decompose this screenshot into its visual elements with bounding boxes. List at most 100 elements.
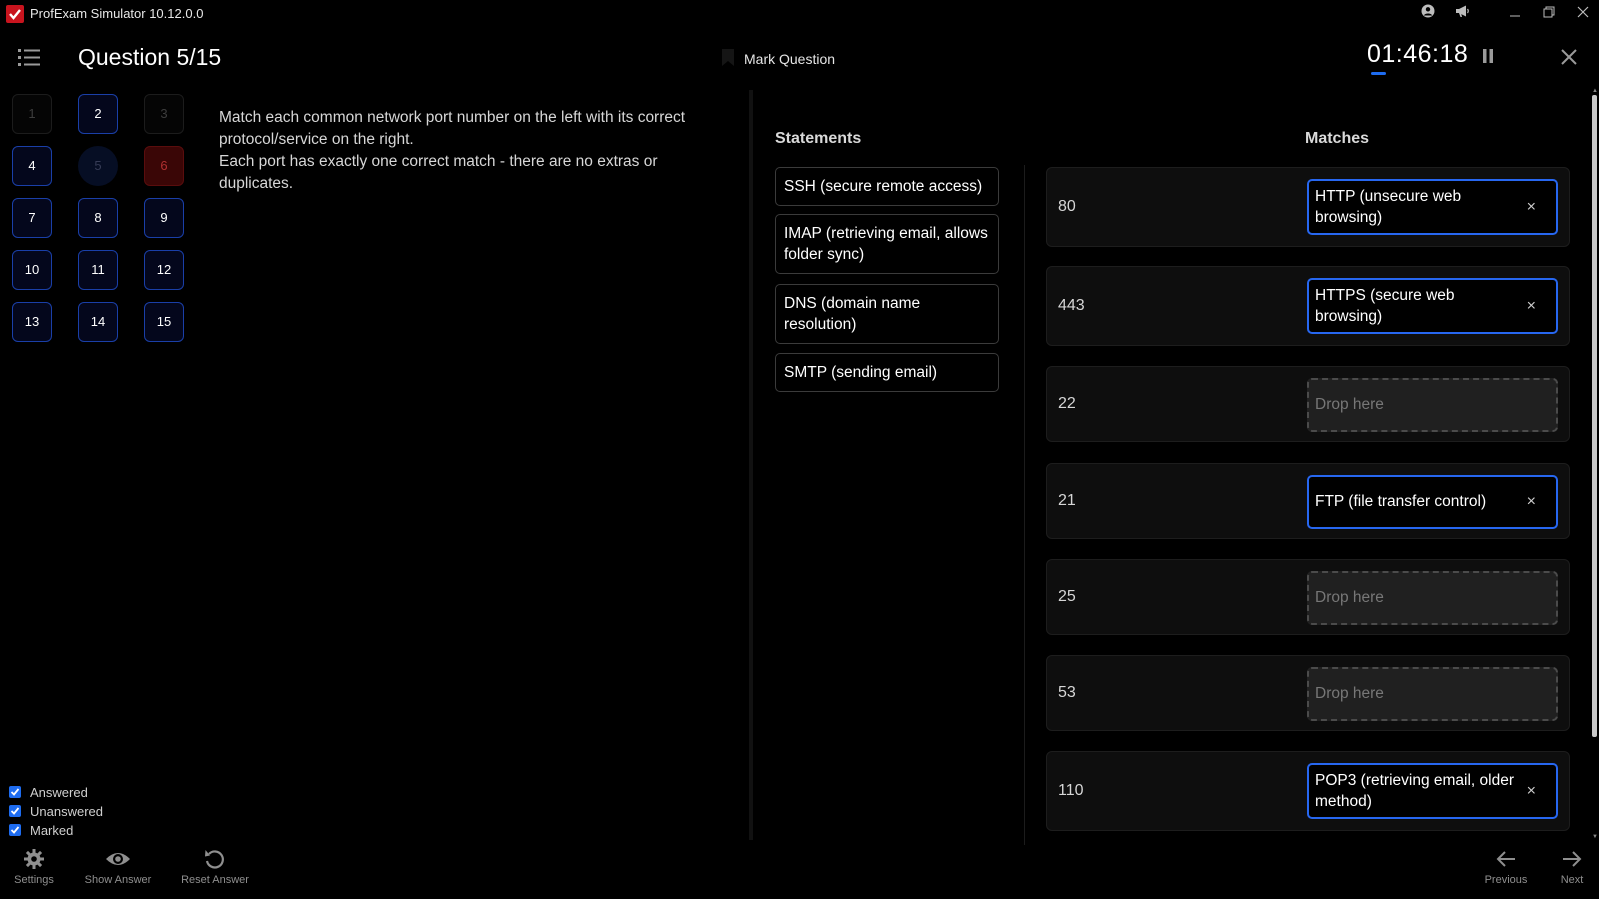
port-label: 22 [1058,395,1076,412]
port-label: 110 [1058,782,1084,799]
pause-icon[interactable] [1482,49,1494,63]
previous-label: Previous [1484,874,1528,886]
question-nav-button[interactable]: 2 [78,94,118,134]
question-nav-button[interactable]: 7 [12,198,52,238]
port-label: 53 [1058,684,1076,701]
statement-item[interactable]: SSH (secure remote access) [775,167,999,206]
reset-answer-button[interactable]: Reset Answer [177,848,253,886]
question-text: Match each common network port number on… [219,107,699,195]
filter-label: Unanswered [30,804,103,819]
question-nav-button[interactable]: 12 [144,250,184,290]
settings-label: Settings [14,874,54,886]
port-label: 443 [1058,297,1085,314]
arrow-left-icon [1496,851,1515,867]
match-row: 22 Drop here [1046,366,1570,442]
question-line: Match each common network port number on… [219,109,686,148]
match-row: 25 Drop here [1046,559,1570,635]
match-answer[interactable]: FTP (file transfer control) [1315,493,1486,510]
remove-match-icon[interactable]: × [1527,781,1536,802]
drop-placeholder: Drop here [1315,589,1384,606]
remove-match-icon[interactable]: × [1527,482,1536,522]
remove-match-icon[interactable]: × [1527,296,1536,317]
checkbox-checked-icon[interactable] [9,805,21,817]
gear-icon [24,849,44,869]
question-nav-button[interactable]: 5 [78,146,118,186]
match-row: 110 POP3 (retrieving email, older method… [1046,751,1570,831]
filter-marked[interactable]: Marked [9,823,73,838]
drop-placeholder: Drop here [1315,396,1384,413]
question-nav-button[interactable]: 6 [144,146,184,186]
match-row: 80 HTTP (unsecure web browsing) × [1046,167,1570,247]
filter-label: Marked [30,823,74,838]
port-label: 80 [1058,198,1076,215]
filter-label: Answered [30,785,88,800]
show-answer-label: Show Answer [84,874,152,886]
settings-button[interactable]: Settings [8,848,60,886]
previous-button[interactable]: Previous [1481,848,1531,886]
scrollbar-thumb[interactable] [1592,95,1597,737]
match-answer[interactable]: HTTPS (secure web browsing) [1315,287,1455,325]
match-row: 443 HTTPS (secure web browsing) × [1046,266,1570,346]
next-label: Next [1560,874,1584,886]
port-label: 21 [1058,492,1076,509]
reset-answer-label: Reset Answer [181,874,249,886]
drop-zone[interactable]: Drop here [1307,571,1558,625]
question-nav-button[interactable]: 4 [12,146,52,186]
match-answer[interactable]: HTTP (unsecure web browsing) [1315,188,1461,226]
filter-answered[interactable]: Answered [9,785,88,800]
filter-unanswered[interactable]: Unanswered [9,804,103,819]
minimize-icon[interactable] [1505,4,1525,24]
app-logo-icon [6,5,24,23]
remove-match-icon[interactable]: × [1527,197,1536,218]
statement-item[interactable]: IMAP (retrieving email, allows folder sy… [775,214,999,274]
eye-icon [106,853,130,865]
user-icon[interactable] [1418,4,1438,24]
title-bar [0,0,1599,28]
bookmark-icon[interactable] [722,49,734,66]
drop-zone[interactable]: Drop here [1307,667,1558,721]
statements-heading: Statements [775,130,862,147]
scroll-up-icon[interactable]: ▲ [1592,88,1598,94]
statement-item[interactable]: SMTP (sending email) [775,353,999,392]
match-answer[interactable]: POP3 (retrieving email, older method) [1315,772,1514,810]
match-slot[interactable]: HTTPS (secure web browsing) × [1307,278,1558,334]
question-nav-button[interactable]: 10 [12,250,52,290]
app-title: ProfExam Simulator 10.12.0.0 [30,6,204,21]
question-nav-button[interactable]: 3 [144,94,184,134]
drop-zone[interactable]: Drop here [1307,378,1558,432]
scroll-down-icon[interactable]: ▼ [1592,834,1598,840]
mark-question-button[interactable]: Mark Question [744,51,835,67]
next-button[interactable]: Next [1554,848,1590,886]
match-row: 21 FTP (file transfer control) × [1046,463,1570,539]
arrow-right-icon [1563,851,1582,867]
question-line: Each port has exactly one correct match … [219,153,658,192]
checkbox-checked-icon[interactable] [9,824,21,836]
checkbox-checked-icon[interactable] [9,786,21,798]
close-icon[interactable] [1573,4,1593,24]
matches-heading: Matches [1305,130,1370,147]
match-slot[interactable]: FTP (file transfer control) × [1307,475,1558,529]
reset-icon [205,850,224,869]
megaphone-icon[interactable] [1452,4,1472,24]
question-nav-button[interactable]: 14 [78,302,118,342]
statement-item[interactable]: DNS (domain name resolution) [775,284,999,344]
question-nav-button[interactable]: 8 [78,198,118,238]
match-slot[interactable]: POP3 (retrieving email, older method) × [1307,763,1558,819]
column-divider [1024,165,1025,845]
question-nav-button[interactable]: 13 [12,302,52,342]
port-label: 25 [1058,588,1076,605]
restore-icon[interactable] [1539,4,1559,24]
drop-placeholder: Drop here [1315,685,1384,702]
question-nav-button[interactable]: 9 [144,198,184,238]
timer: 01:46:18 [1367,40,1469,68]
question-nav-button[interactable]: 11 [78,250,118,290]
question-nav-button[interactable]: 15 [144,302,184,342]
question-nav-button[interactable]: 1 [12,94,52,134]
question-list-icon[interactable] [16,46,42,68]
match-slot[interactable]: HTTP (unsecure web browsing) × [1307,179,1558,235]
close-exam-icon[interactable] [1560,48,1578,66]
pane-divider[interactable] [749,90,753,840]
show-answer-button[interactable]: Show Answer [80,848,156,886]
question-title: Question 5/15 [78,44,222,70]
match-row: 53 Drop here [1046,655,1570,731]
